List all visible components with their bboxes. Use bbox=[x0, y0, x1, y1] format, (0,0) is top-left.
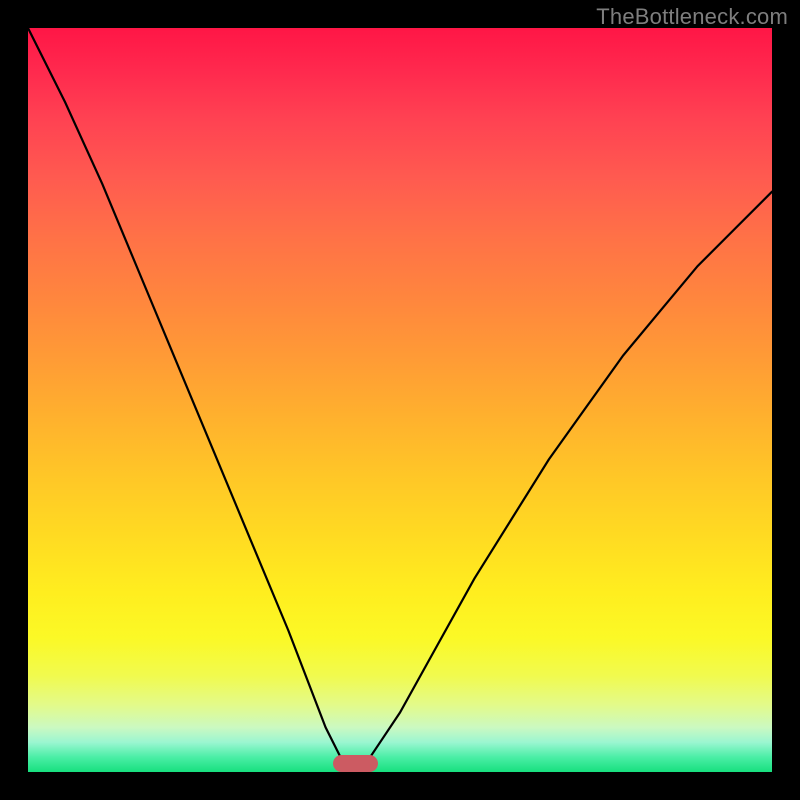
plot-area bbox=[28, 28, 772, 772]
chart-frame: TheBottleneck.com bbox=[0, 0, 800, 800]
optimal-marker bbox=[333, 755, 378, 772]
curve-svg bbox=[28, 28, 772, 772]
watermark-text: TheBottleneck.com bbox=[596, 4, 788, 30]
bottleneck-curve-path bbox=[28, 28, 772, 772]
